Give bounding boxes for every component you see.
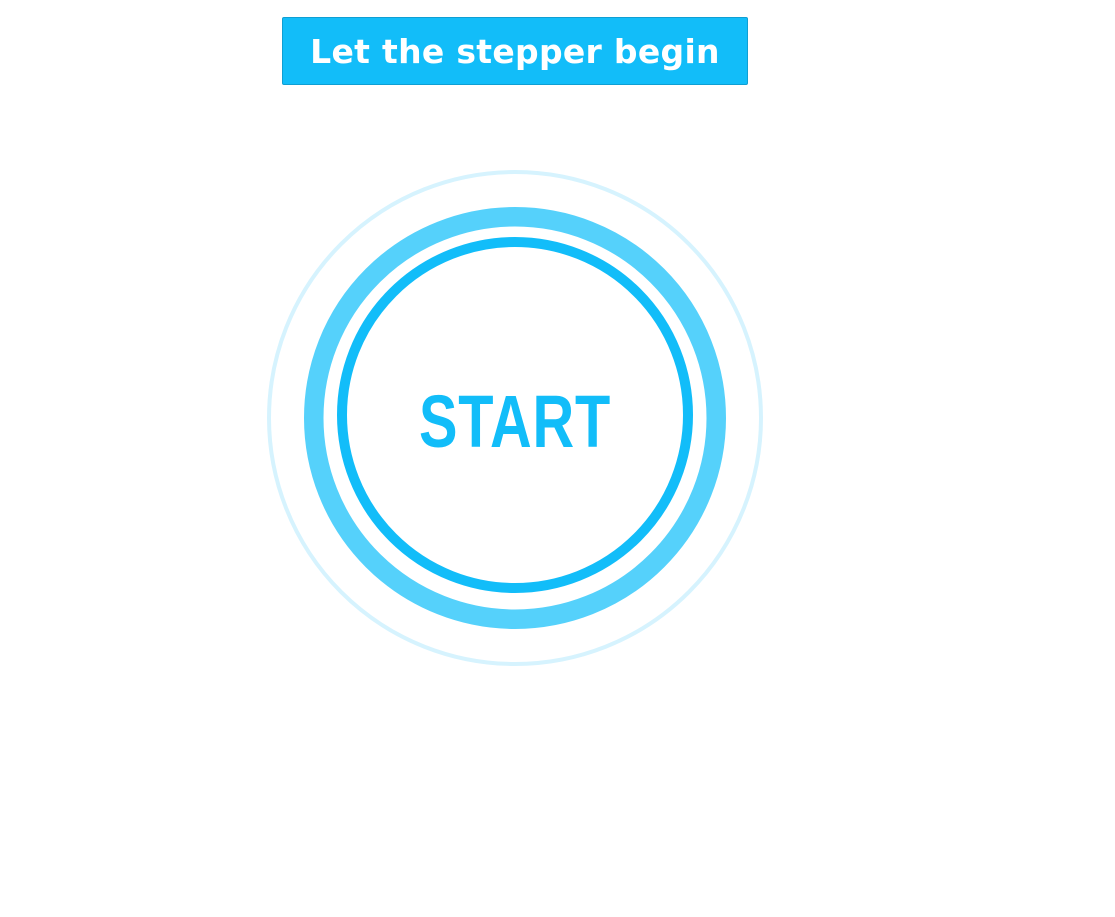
start-label: START: [418, 379, 612, 463]
start-button[interactable]: START: [262, 165, 768, 671]
begin-stepper-button[interactable]: Let the stepper begin: [282, 17, 748, 85]
page: Let the stepper begin START: [0, 0, 1115, 917]
